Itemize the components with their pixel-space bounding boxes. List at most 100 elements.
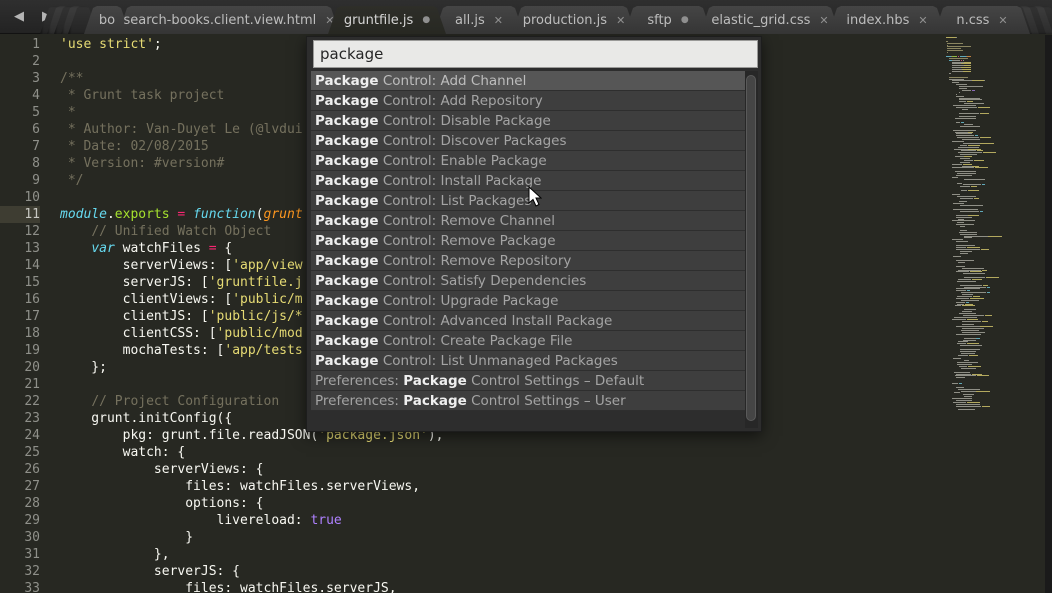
line-number: 31	[0, 546, 40, 563]
minimap-line	[946, 241, 1045, 242]
code-token: 'gruntfile.j	[209, 275, 303, 290]
minimap-line	[946, 309, 1045, 310]
code-token: true	[310, 513, 341, 528]
code-token: clientJS: [	[60, 309, 209, 324]
palette-item[interactable]: Preferences: Package Control Settings – …	[311, 371, 745, 391]
minimap-line	[946, 319, 1045, 320]
palette-scrollbar-track[interactable]	[745, 71, 758, 428]
code-token	[60, 224, 91, 239]
minimap-line	[946, 392, 1045, 393]
code-line: serverJS: {	[60, 563, 946, 580]
minimap-line	[946, 222, 1045, 223]
minimap-line	[946, 190, 1045, 191]
palette-item[interactable]: Package Control: Discover Packages	[311, 131, 745, 151]
code-token: ;	[154, 37, 162, 52]
minimap-line	[946, 398, 1045, 399]
minimap-line	[946, 355, 1045, 356]
tab-n-css[interactable]: n.css✕	[934, 6, 1030, 34]
palette-item[interactable]: Package Control: Satisfy Dependencies	[311, 271, 745, 291]
palette-item[interactable]: Package Control: Advanced Install Packag…	[311, 311, 745, 331]
tab-all-js[interactable]: all.js✕	[434, 6, 524, 34]
code-token: 'app/view	[232, 258, 302, 273]
tab-gruntfile-js[interactable]: gruntfile.js●	[328, 6, 446, 34]
palette-item[interactable]: Package Control: List Unmanaged Packages	[311, 351, 745, 371]
palette-item[interactable]: Package Control: Remove Repository	[311, 251, 745, 271]
minimap-line	[946, 126, 1045, 127]
minimap-line	[946, 349, 1045, 350]
minimap-line	[946, 343, 1045, 344]
minimap[interactable]	[946, 37, 1045, 593]
code-line: options: {	[60, 495, 946, 512]
minimap-line	[946, 321, 1045, 322]
minimap-line	[946, 130, 1045, 131]
close-icon[interactable]: ✕	[616, 15, 625, 26]
code-token: 'public/mod	[217, 326, 303, 341]
minimap-line	[946, 82, 1045, 83]
tab-search-books-client-view-html[interactable]: search-books.client.view.html✕	[118, 6, 340, 34]
minimap-line	[946, 86, 1045, 87]
minimap-line	[946, 317, 1045, 318]
code-token: * Author: Van-Duyet Le (@lvdui	[60, 122, 303, 137]
minimap-line	[946, 186, 1045, 187]
minimap-line	[946, 152, 1045, 153]
code-token: grunt.initConfig({	[60, 411, 232, 426]
code-token	[60, 394, 91, 409]
minimap-line	[946, 377, 1045, 378]
minimap-line	[946, 340, 1045, 341]
palette-item[interactable]: Package Control: Disable Package	[311, 111, 745, 131]
palette-scrollbar-thumb[interactable]	[746, 75, 756, 421]
minimap-line	[946, 39, 1045, 40]
line-number: 29	[0, 512, 40, 529]
minimap-line	[946, 196, 1045, 197]
palette-item[interactable]: Package Control: Upgrade Package	[311, 291, 745, 311]
minimap-line	[946, 173, 1045, 174]
tab-elastic-grid-css[interactable]: elastic_grid.css✕	[700, 6, 840, 34]
minimap-line	[946, 347, 1045, 348]
minimap-line	[946, 54, 1045, 55]
minimap-line	[946, 328, 1045, 329]
minimap-line	[946, 287, 1045, 288]
palette-item[interactable]: Package Control: Add Repository	[311, 91, 745, 111]
palette-item[interactable]: Package Control: Remove Channel	[311, 211, 745, 231]
minimap-line	[946, 118, 1045, 119]
minimap-line	[946, 65, 1045, 66]
close-icon[interactable]: ✕	[819, 15, 828, 26]
minimap-line	[946, 43, 1045, 44]
tab-label: index.hbs	[846, 13, 909, 28]
minimap-line	[946, 171, 1045, 172]
close-icon[interactable]: ✕	[918, 15, 927, 26]
tab-index-hbs[interactable]: index.hbs ✕	[828, 6, 946, 34]
nav-back-icon[interactable]: ◀	[14, 8, 24, 26]
palette-item[interactable]: Package Control: Enable Package	[311, 151, 745, 171]
minimap-line	[946, 60, 1045, 61]
tab-production-js[interactable]: production.js✕	[512, 6, 636, 34]
code-token: function	[193, 207, 256, 222]
palette-item[interactable]: Preferences: Package Control Settings – …	[311, 391, 745, 411]
tab-sftp[interactable]: sftp●	[624, 6, 712, 34]
minimap-line	[946, 37, 1045, 38]
minimap-line	[946, 141, 1045, 142]
minimap-line	[946, 353, 1045, 354]
close-icon[interactable]: ✕	[998, 15, 1007, 26]
code-token: var	[91, 241, 114, 256]
palette-item[interactable]: Package Control: Remove Package	[311, 231, 745, 251]
minimap-line	[946, 279, 1045, 280]
minimap-line	[946, 409, 1045, 410]
code-token: serverViews: {	[60, 462, 264, 477]
palette-item[interactable]: Package Control: Create Package File	[311, 331, 745, 351]
close-icon[interactable]: ✕	[494, 15, 503, 26]
minimap-line	[946, 283, 1045, 284]
editor-scrollbar[interactable]	[1045, 35, 1052, 593]
command-palette-input[interactable]	[313, 40, 758, 68]
line-number: 6	[0, 121, 40, 138]
minimap-line	[946, 52, 1045, 53]
minimap-line	[946, 205, 1045, 206]
minimap-line	[946, 56, 1045, 57]
line-number: 10	[0, 189, 40, 206]
minimap-line	[946, 79, 1045, 80]
minimap-line	[946, 183, 1045, 184]
code-line: files: watchFiles.serverJS,	[60, 580, 946, 593]
code-token	[185, 207, 193, 222]
minimap-line	[946, 338, 1045, 339]
palette-item[interactable]: Package Control: Add Channel	[311, 71, 745, 91]
